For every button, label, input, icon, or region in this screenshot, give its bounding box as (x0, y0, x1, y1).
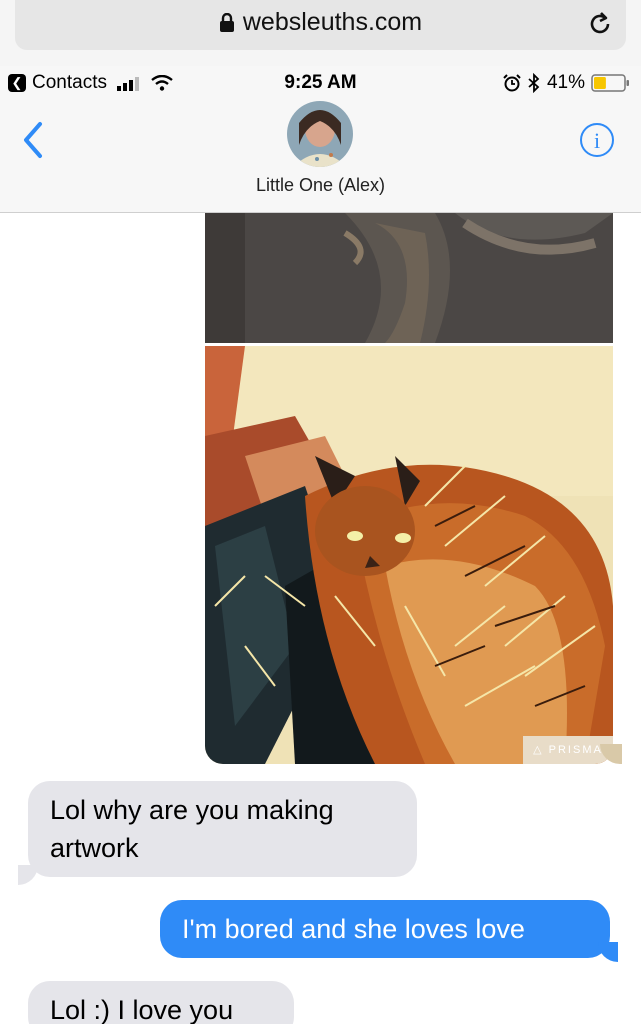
message-bubble-incoming[interactable]: Lol why are you making artwork (28, 781, 417, 877)
message-bubble-incoming[interactable]: Lol :) I love you (28, 981, 294, 1024)
battery-percent: 41% (546, 72, 585, 93)
svg-text:i: i (594, 128, 600, 153)
prisma-icon: △ (533, 744, 549, 756)
reload-icon[interactable] (586, 10, 614, 38)
photo-attachment[interactable] (205, 213, 613, 343)
message-bubble-outgoing[interactable]: I'm bored and she loves love (160, 900, 610, 958)
url-text: websleuths.com (242, 8, 423, 36)
info-icon[interactable]: i (579, 122, 615, 158)
contact-name[interactable]: Little One (Alex) (0, 175, 641, 196)
bubble-tail (598, 942, 618, 962)
message-thread: △ PRISMA Lol why are you making artwork … (0, 213, 641, 1024)
chevron-left-icon[interactable] (18, 120, 48, 160)
watermark-text: PRISMA (548, 744, 603, 756)
conversation-header: Little One (Alex) i (0, 100, 641, 213)
bluetooth-icon (528, 73, 540, 93)
battery-icon (591, 74, 629, 92)
url-display[interactable]: websleuths.com (15, 8, 626, 37)
browser-toolbar: websleuths.com (0, 0, 641, 67)
avatar[interactable] (287, 101, 353, 167)
lock-icon (219, 13, 234, 33)
prisma-watermark: △ PRISMA (523, 736, 613, 764)
address-bar[interactable]: websleuths.com (15, 0, 626, 50)
status-bar: ❮ Contacts 9:25 AM 41% (0, 66, 641, 100)
bubble-tail (18, 865, 38, 885)
alarm-icon (503, 74, 521, 92)
cat-artwork-photo[interactable]: △ PRISMA (205, 346, 613, 764)
